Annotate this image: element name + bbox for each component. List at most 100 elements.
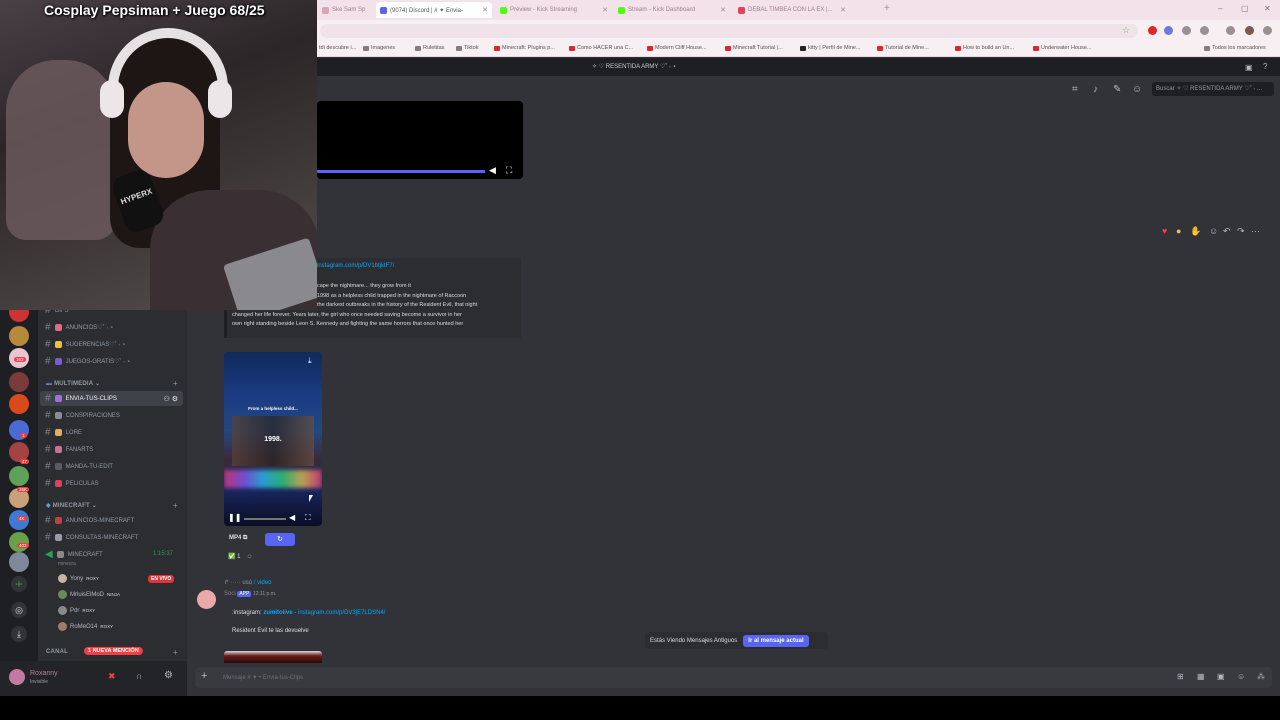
browser-tab[interactable]: DEBAL TIMBEA CON LA EX |... ✕ <box>734 2 850 18</box>
extension-icon[interactable] <box>1164 26 1173 35</box>
emoji-reaction-icon[interactable]: ● <box>1176 226 1181 236</box>
headphones-icon[interactable]: ∩ <box>136 671 142 681</box>
server-icon[interactable] <box>9 326 29 346</box>
sticker-icon[interactable]: ▣ <box>1217 672 1225 681</box>
threads-icon[interactable]: ⌗ <box>1072 84 1078 95</box>
author-name[interactable]: Soci <box>224 591 236 597</box>
voice-user[interactable]: MrluisElMoD NINJA <box>58 590 120 599</box>
new-mention-pill[interactable]: 1 NUEVA MENCIÓN <box>84 647 143 655</box>
add-channel-icon[interactable]: + <box>173 379 178 388</box>
channel-juegos-gratis[interactable]: # JUEGOS-GRATIS♡˚ ˖ ⋆ <box>40 354 183 369</box>
channel-anuncios[interactable]: # ANUNCIOS♡˚ ˖ ⋆ <box>40 320 183 335</box>
channel-envia-tus-clips[interactable]: # ENVIA-TUS-CLIPS ⚇ ⚙ <box>40 391 183 406</box>
fullscreen-icon[interactable]: ⛶ <box>506 165 512 176</box>
forward-icon[interactable]: ↷ <box>1237 226 1245 237</box>
close-icon[interactable]: ✕ <box>602 6 608 14</box>
message-composer[interactable]: + Mensaje # ✦ • Envia-tus-Clips <box>195 667 1272 688</box>
profile-avatar-icon[interactable] <box>1245 26 1254 35</box>
channel-sugerencias[interactable]: # SUGERENCIAS♡˚ ˖ ⋆ <box>40 337 183 352</box>
download-icon[interactable]: ⤓ <box>11 626 27 642</box>
jump-to-present-button[interactable]: Ir al mensaje actual <box>743 634 809 647</box>
channel-fanarts[interactable]: # FANARTS <box>40 442 183 457</box>
close-icon[interactable]: ✕ <box>840 6 846 14</box>
extension-icon[interactable] <box>1200 26 1209 35</box>
pause-icon[interactable]: ❚❚ <box>228 513 241 522</box>
close-icon[interactable]: ✕ <box>720 6 726 14</box>
extension-icon[interactable] <box>1182 26 1191 35</box>
apps-icon[interactable]: ⁂ <box>1257 672 1265 681</box>
server-icon[interactable] <box>9 394 29 414</box>
add-server-icon[interactable]: + <box>11 576 27 592</box>
voice-user[interactable]: Yony ROXY <box>58 574 99 583</box>
channel-lore[interactable]: # LORE <box>40 425 183 440</box>
channel-peliculas[interactable]: # PELICULAS <box>40 476 183 491</box>
fullscreen-icon[interactable]: ⛶ <box>305 513 311 523</box>
bookmark-item[interactable]: Minecraft: Plugins p... <box>494 45 555 51</box>
channel-manda-tu-edit[interactable]: # MANDA-TU-EDIT <box>40 459 183 474</box>
pin-icon[interactable]: ✎ <box>1113 84 1121 95</box>
bookmark-folder[interactable]: Ruletitas <box>415 45 444 51</box>
menu-icon[interactable] <box>1263 26 1272 35</box>
bookmark-item[interactable]: Modern Cliff House... <box>647 45 707 51</box>
channel-conspiraciones[interactable]: # CONSPIRACIONES <box>40 408 183 423</box>
reaction-checkmark[interactable]: ✅ 1 <box>228 553 241 560</box>
more-icon[interactable]: ⋯ <box>1251 226 1260 237</box>
channel-consultas-minecraft[interactable]: # CONSULTAS-MINECRAFT <box>40 530 183 545</box>
bookmark-folder[interactable]: Tiktok <box>456 45 478 51</box>
inbox-icon[interactable]: ▣ <box>1245 63 1253 72</box>
discover-icon[interactable]: ◎ <box>11 602 27 618</box>
browser-tab[interactable]: Stream - Kick Dashboard ✕ <box>614 2 730 18</box>
category-canal[interactable]: CANAL <box>46 649 68 655</box>
invite-and-settings-icon[interactable]: ⚇ ⚙ <box>164 395 179 403</box>
server-icon[interactable] <box>9 372 29 392</box>
new-tab-icon[interactable]: + <box>884 3 890 14</box>
avatar[interactable] <box>9 669 25 685</box>
close-icon[interactable]: ✕ <box>482 6 488 14</box>
bookmark-item[interactable]: tdi descubre i... <box>319 45 356 51</box>
reply-icon[interactable]: ↶ <box>1223 226 1231 237</box>
members-icon[interactable]: ☺ <box>1132 84 1142 95</box>
bookmark-folder[interactable]: Imagenes <box>363 45 395 51</box>
category-multimedia[interactable]: ▬ MULTIMEDIA ⌄ <box>46 380 100 387</box>
add-reaction-icon[interactable]: ☺ <box>1209 226 1218 236</box>
bookmark-item[interactable]: kitty | Perfil de Mine... <box>800 45 860 51</box>
embed-link[interactable]: instagram.com/p/DV1btjktF7/ <box>317 263 394 269</box>
gift-icon[interactable]: ⊞ <box>1177 672 1184 681</box>
browser-tab[interactable]: Preview - Kick Streaming ✕ <box>496 2 612 18</box>
hand-reaction-icon[interactable]: ✋ <box>1190 226 1201 237</box>
search-input[interactable]: Buscar ✧ ♡ RESENTIDA ARMY ♡˚ ˖ ... <box>1152 82 1274 96</box>
address-bar[interactable] <box>320 24 1138 38</box>
bookmark-item[interactable]: Underwater House... <box>1033 45 1091 51</box>
add-channel-icon[interactable]: + <box>173 648 178 657</box>
emoji-icon[interactable]: ☺ <box>1237 672 1245 681</box>
extension-icon[interactable] <box>1226 26 1235 35</box>
help-icon[interactable]: ? <box>1263 62 1267 71</box>
clip-video[interactable]: From a helpless child... 1998. ⤓ <box>224 352 322 526</box>
attach-plus-icon[interactable]: + <box>201 670 207 682</box>
bookmark-item[interactable]: Como HACER una C... <box>569 45 633 51</box>
add-reaction-icon[interactable]: ☺ <box>247 554 253 560</box>
clip-seek-bar[interactable] <box>244 518 286 520</box>
close-window-icon[interactable]: ✕ <box>1264 4 1271 13</box>
server-icon[interactable] <box>9 466 29 486</box>
gear-icon[interactable]: ⚙ <box>164 670 173 681</box>
video-thumbnail[interactable] <box>224 651 322 663</box>
volume-icon[interactable]: ◀ <box>289 513 295 522</box>
add-channel-icon[interactable]: + <box>173 501 178 510</box>
bell-icon[interactable]: ♪ <box>1093 84 1098 95</box>
bookmark-item[interactable]: Tutorial de Mine... <box>877 45 929 51</box>
download-icon[interactable]: ⤓ <box>308 356 312 366</box>
ig-user[interactable]: zumitolive <box>263 610 292 616</box>
minimize-icon[interactable]: – <box>1218 4 1222 13</box>
bookmark-item[interactable]: Minecraft Tutorial |... <box>725 45 783 51</box>
heart-reaction-icon[interactable]: ♥ <box>1162 226 1167 236</box>
mic-muted-icon[interactable]: ✖ <box>108 671 116 682</box>
category-minecraft[interactable]: ◆ MINECRAFT ⌄ <box>46 502 97 509</box>
avatar[interactable] <box>197 590 216 609</box>
ig-link[interactable]: instagram.com/p/DV3jE7LDSN4/ <box>298 610 385 616</box>
server-icon[interactable] <box>9 552 29 572</box>
video-progress-bar[interactable] <box>317 170 485 173</box>
gif-icon[interactable]: ▦ <box>1197 672 1205 681</box>
slash-command[interactable]: / video <box>254 580 272 586</box>
refresh-button[interactable]: ↻ <box>265 533 295 546</box>
